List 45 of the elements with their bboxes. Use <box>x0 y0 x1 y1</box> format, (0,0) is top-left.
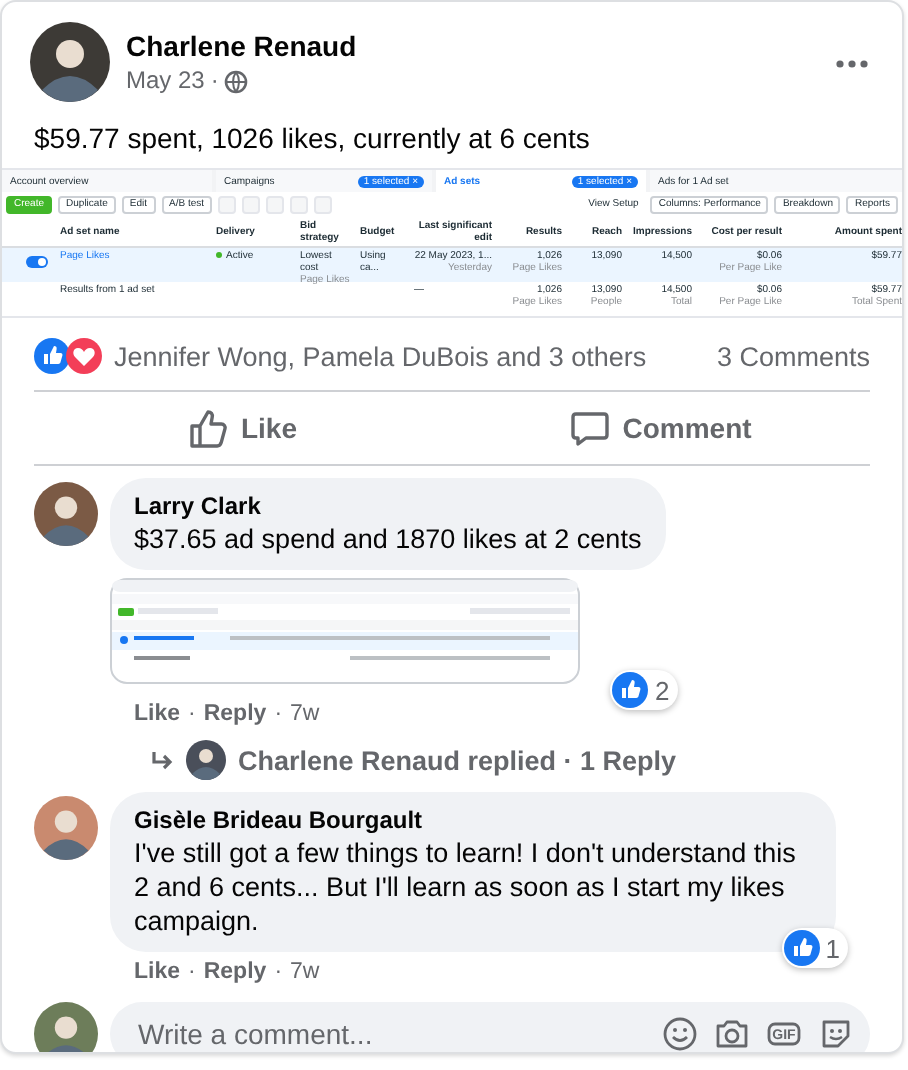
profile-avatar[interactable] <box>186 740 226 780</box>
separator-dot: · <box>188 700 196 728</box>
comment-action-link[interactable]: Reply <box>203 700 267 728</box>
comment-count[interactable]: 3 Comments <box>716 341 870 371</box>
like-icon <box>34 338 70 374</box>
thumbs-up-icon <box>188 408 229 448</box>
post-text: $59.77 spent, 1026 likes, currently at 6 cents <box>32 120 592 156</box>
like-icon <box>612 672 649 708</box>
separator-dot: · <box>274 958 283 986</box>
screenshot-thumbnail-drawing[interactable] <box>110 578 580 684</box>
sticker-icon[interactable] <box>818 1016 854 1052</box>
status-dot <box>216 252 222 258</box>
reaction-count[interactable]: 2 <box>610 670 678 710</box>
like-count: 1 <box>825 933 840 963</box>
reaction-names[interactable]: Jennifer Wong, Pamela DuBois and 3 others <box>114 341 647 371</box>
profile-avatar[interactable] <box>30 22 110 102</box>
comment-action-link[interactable]: Reply <box>203 958 267 986</box>
globe-icon <box>224 69 249 93</box>
comment-author[interactable]: Gisèle Brideau Bourgault <box>134 806 812 836</box>
reply-arrow-icon <box>150 750 174 770</box>
comment-author[interactable]: Larry Clark <box>134 492 642 522</box>
comment-action-link[interactable]: Like <box>134 700 181 728</box>
post-date[interactable]: May 23 <box>126 64 205 98</box>
comment-text: $37.65 ad spend and 1870 likes at 2 cents <box>134 522 642 556</box>
separator-dot: · <box>274 700 283 728</box>
like-icon <box>783 930 820 966</box>
profile-avatar[interactable] <box>34 482 98 546</box>
comment-action-link[interactable]: Like <box>134 958 181 986</box>
more-options-icon[interactable] <box>834 58 870 70</box>
camera-icon[interactable] <box>714 1016 750 1052</box>
like-count: 2 <box>654 675 670 705</box>
comment-time[interactable]: 7w <box>290 958 320 986</box>
profile-avatar[interactable] <box>34 1002 98 1052</box>
like-button[interactable]: Like <box>34 396 452 460</box>
profile-avatar[interactable] <box>34 796 98 860</box>
separator-dot: · <box>188 958 196 986</box>
comment-button[interactable]: Comment <box>452 396 870 460</box>
comment-time[interactable]: 7w <box>290 700 320 728</box>
view-replies-link[interactable]: Charlene Renaud replied · 1 Reply <box>238 745 677 775</box>
toggle-switch[interactable] <box>26 256 48 268</box>
speech-bubble-icon <box>570 408 611 448</box>
reaction-count[interactable]: 1 <box>781 928 848 968</box>
post-author[interactable]: Charlene Renaud <box>126 28 818 64</box>
separator-dot: · <box>210 64 219 98</box>
emoji-icon[interactable] <box>662 1016 698 1052</box>
